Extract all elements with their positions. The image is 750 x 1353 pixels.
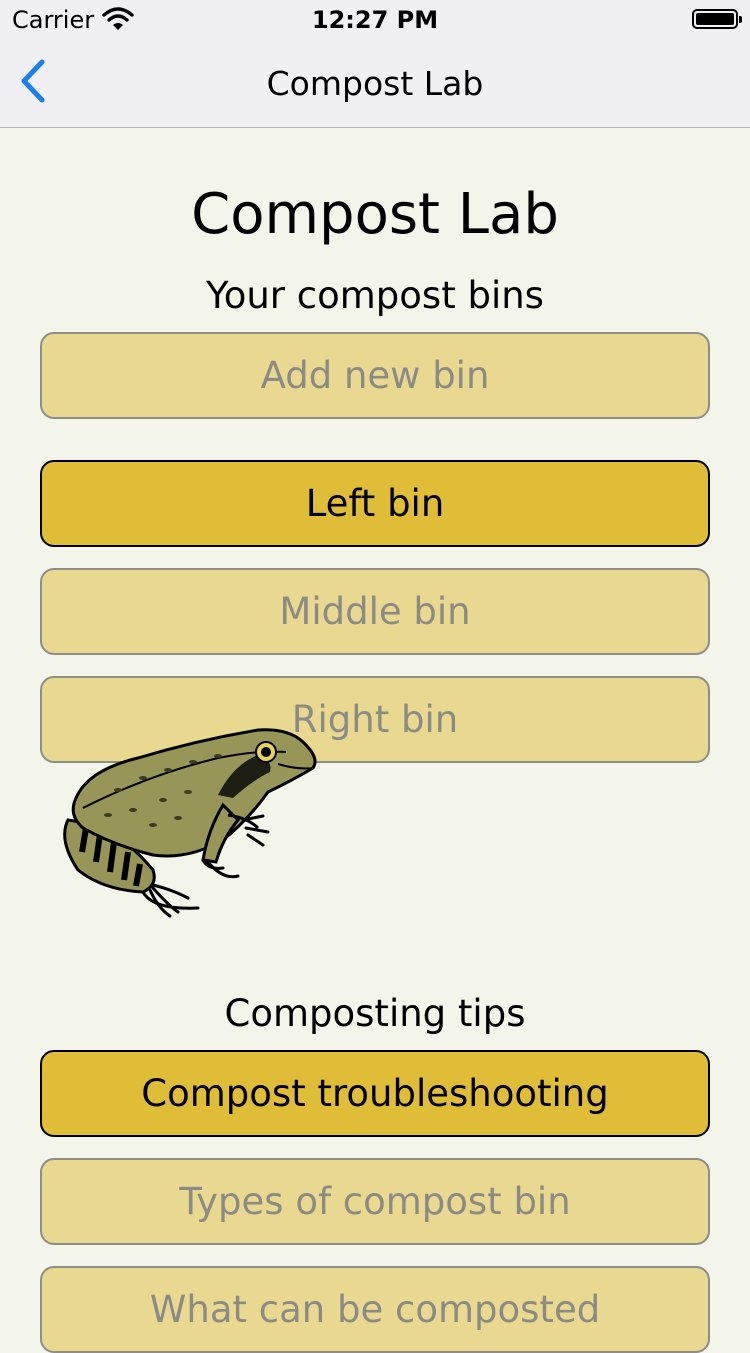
navigation-bar: Compost Lab xyxy=(0,40,750,128)
left-bin-button[interactable]: Left bin xyxy=(40,460,710,547)
what-can-be-composted-button[interactable]: What can be composted xyxy=(40,1266,710,1353)
frog-illustration xyxy=(63,728,317,918)
add-new-bin-button[interactable]: Add new bin xyxy=(40,332,710,419)
compost-troubleshooting-button[interactable]: Compost troubleshooting xyxy=(40,1050,710,1137)
page-title: Compost Lab xyxy=(191,182,559,247)
clock: 12:27 PM xyxy=(311,6,439,34)
bins-heading: Your compost bins xyxy=(206,274,544,317)
middle-bin-button[interactable]: Middle bin xyxy=(40,568,710,655)
types-of-compost-bin-button[interactable]: Types of compost bin xyxy=(40,1158,710,1245)
tips-heading: Composting tips xyxy=(224,992,526,1035)
battery-full-icon xyxy=(692,9,742,29)
status-bar: Carrier 12:27 PM xyxy=(0,0,750,40)
nav-title: Compost Lab xyxy=(266,64,484,103)
